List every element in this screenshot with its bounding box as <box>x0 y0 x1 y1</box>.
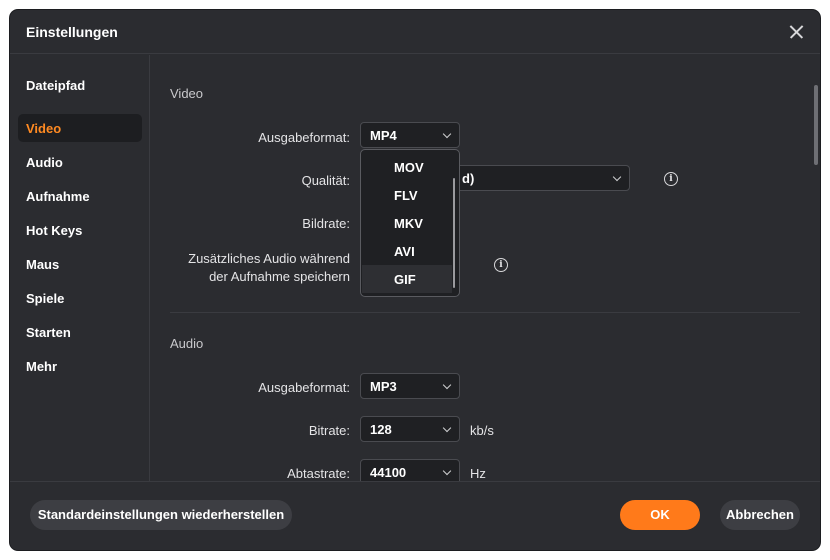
sidebar: Dateipfad Video Audio Aufnahme Hot Keys … <box>10 55 150 481</box>
sidebar-item-video[interactable]: Video <box>18 114 142 142</box>
audio-format-select[interactable]: MP3 <box>360 373 460 399</box>
chevron-down-icon <box>442 466 452 476</box>
samplerate-value: 44100 <box>370 465 407 480</box>
sidebar-item-mehr[interactable]: Mehr <box>18 352 142 380</box>
chevron-down-icon <box>442 423 452 433</box>
sidebar-item-audio[interactable]: Audio <box>18 148 142 176</box>
quality-value: d) <box>462 171 475 186</box>
sidebar-item-aufnahme[interactable]: Aufnahme <box>18 182 142 210</box>
extra-audio-label-line2: der Aufnahme speichern <box>209 269 350 284</box>
footer: Standardeinstellungen wiederherstellen O… <box>10 481 820 550</box>
sidebar-item-spiele[interactable]: Spiele <box>18 284 142 312</box>
samplerate-unit: Hz <box>470 466 486 481</box>
chevron-down-icon <box>442 129 452 139</box>
title-bar: Einstellungen <box>10 10 820 54</box>
dropdown-option-mov[interactable]: MOV <box>362 153 452 181</box>
bitrate-value: 128 <box>370 422 392 437</box>
sidebar-item-maus[interactable]: Maus <box>18 250 142 278</box>
samplerate-select[interactable]: 44100 <box>360 459 460 481</box>
section-divider <box>170 312 800 313</box>
extra-audio-info-icon[interactable]: i <box>494 258 508 272</box>
quality-label: Qualität: <box>301 173 350 188</box>
dropdown-option-avi[interactable]: AVI <box>362 237 452 265</box>
dropdown-option-mkv[interactable]: MKV <box>362 209 452 237</box>
bitrate-select[interactable]: 128 <box>360 416 460 442</box>
extra-audio-label: Zusätzliches Audio während der Aufnahme … <box>161 250 350 286</box>
cancel-button[interactable]: Abbrechen <box>720 500 800 530</box>
audio-section-title: Audio <box>170 336 204 351</box>
audio-format-value: MP3 <box>370 379 397 394</box>
bitrate-label: Bitrate: <box>308 423 350 438</box>
video-format-value: MP4 <box>370 128 397 143</box>
window-title: Einstellungen <box>26 24 118 40</box>
ok-button[interactable]: OK <box>620 500 700 530</box>
settings-content: Video Ausgabeformat: MP4 Qualität: d) i … <box>151 55 820 481</box>
dropdown-option-gif[interactable]: GIF <box>362 265 452 293</box>
framerate-label: Bildrate: <box>302 216 350 231</box>
samplerate-label: Abtastrate: <box>287 466 350 481</box>
extra-audio-label-line1: Zusätzliches Audio während <box>188 251 350 266</box>
dropdown-option-flv[interactable]: FLV <box>362 181 452 209</box>
dropdown-scrollbar[interactable] <box>453 178 455 288</box>
reset-defaults-button[interactable]: Standardeinstellungen wiederherstellen <box>30 500 292 530</box>
video-format-dropdown: MOV FLV MKV AVI GIF <box>360 149 460 297</box>
sidebar-item-hotkeys[interactable]: Hot Keys <box>18 216 142 244</box>
sidebar-item-dateipfad[interactable]: Dateipfad <box>18 71 142 99</box>
chevron-down-icon <box>612 172 622 182</box>
video-format-label: Ausgabeformat: <box>258 130 350 145</box>
sidebar-item-starten[interactable]: Starten <box>18 318 142 346</box>
video-format-select[interactable]: MP4 <box>360 122 460 148</box>
video-section-title: Video <box>170 86 204 101</box>
bitrate-unit: kb/s <box>470 423 494 438</box>
quality-info-icon[interactable]: i <box>664 172 678 186</box>
content-scrollbar[interactable] <box>814 85 818 165</box>
audio-format-label: Ausgabeformat: <box>258 380 350 395</box>
settings-window: Einstellungen Dateipfad Video Audio Aufn… <box>10 10 820 550</box>
close-icon[interactable] <box>784 20 808 44</box>
chevron-down-icon <box>442 380 452 390</box>
